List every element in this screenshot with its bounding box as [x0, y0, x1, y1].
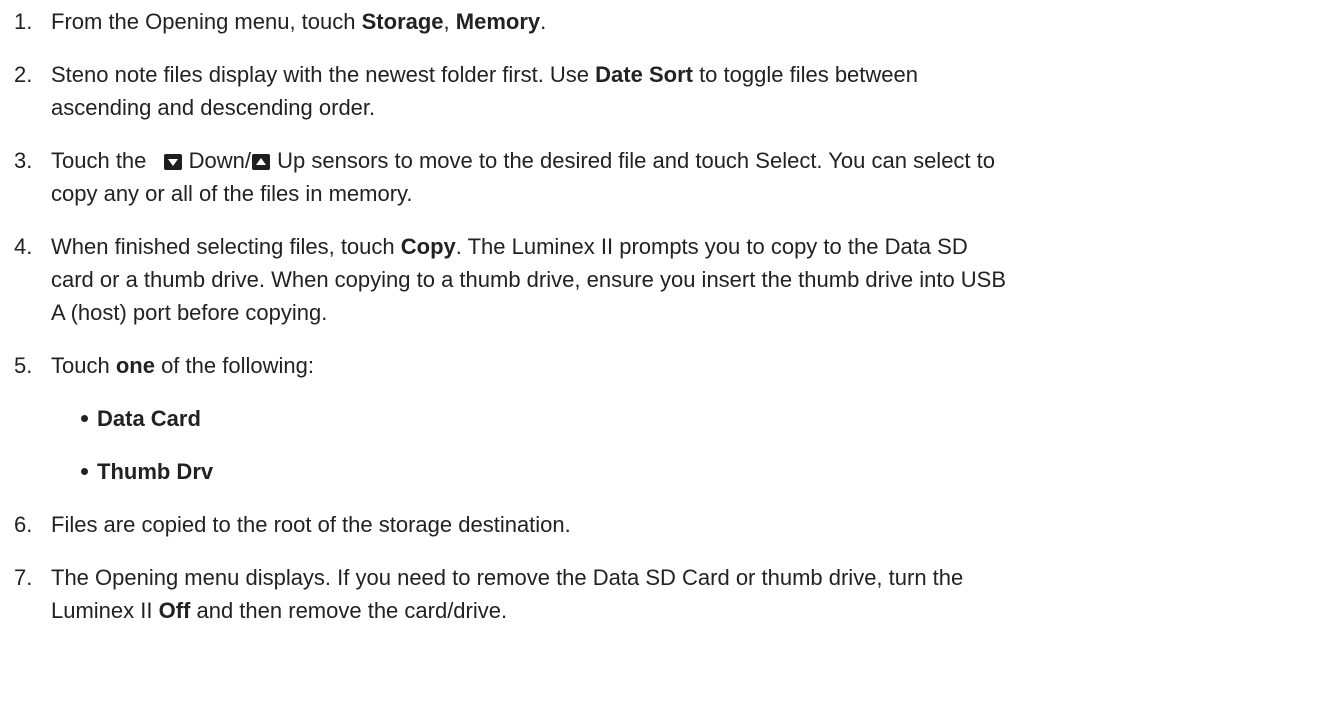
date-sort-term: Date Sort	[595, 62, 693, 87]
step-text: to toggle files between	[692, 62, 918, 87]
step-text: From the Opening menu, touch	[51, 9, 362, 34]
instruction-steps: 1. From the Opening menu, touch Storage,…	[14, 5, 1314, 627]
step-text: The Opening menu displays. If you need t…	[51, 565, 964, 590]
step-text: Files are copied to the root of the stor…	[51, 512, 571, 537]
step-text: Up sensors to move to the desired file a…	[277, 148, 996, 173]
step-7: 7. The Opening menu displays. If you nee…	[14, 561, 1314, 627]
step-text: Luminex II	[51, 598, 159, 623]
down-sensor-label: Down/	[188, 148, 251, 173]
off-term: Off	[158, 598, 191, 623]
one-term: one	[115, 353, 155, 378]
step-number: 3.	[14, 148, 33, 173]
step-2: 2. Steno note files display with the new…	[14, 58, 1314, 124]
copy-term: Copy	[400, 234, 456, 259]
memory-term: Memory	[455, 9, 541, 34]
step-4: 4. When finished selecting files, touch …	[14, 230, 1314, 329]
step-text: .	[540, 9, 547, 34]
step-text: ,	[443, 9, 456, 34]
step-3: 3. Touch the Down/ Up sensors to move to…	[14, 144, 1314, 210]
step-number: 1.	[14, 9, 33, 34]
step-number: 2.	[14, 62, 33, 87]
step-5: 5. Touch one of the following: Data Card…	[14, 349, 1314, 488]
step-text: When finished selecting files, touch	[51, 234, 401, 259]
bullet-icon	[81, 415, 88, 422]
option-label: Thumb Drv	[97, 459, 214, 484]
step-text: Touch	[51, 353, 116, 378]
step-6: 6. Files are copied to the root of the s…	[14, 508, 1314, 541]
step-text: . The Luminex II prompts you to copy to …	[455, 234, 968, 259]
step-text: and then remove the card/drive.	[190, 598, 508, 623]
option-data-card: Data Card	[51, 402, 1314, 435]
option-thumb-drv: Thumb Drv	[51, 455, 1314, 488]
step-1: 1. From the Opening menu, touch Storage,…	[14, 5, 1314, 38]
step-text: copy any or all of the files in memory.	[51, 181, 413, 206]
step-number: 6.	[14, 512, 33, 537]
up-arrow-icon	[252, 154, 270, 170]
option-label: Data Card	[97, 406, 201, 431]
step-text: ascending and descending order.	[51, 95, 376, 120]
step-number: 5.	[14, 353, 33, 378]
step-text: of the following:	[154, 353, 314, 378]
step-text: A (host) port before copying.	[51, 300, 328, 325]
step-text: card or a thumb drive. When copying to a…	[51, 267, 1007, 292]
storage-term: Storage	[361, 9, 444, 34]
copy-destination-options: Data Card Thumb Drv	[51, 402, 1314, 488]
step-number: 7.	[14, 565, 33, 590]
bullet-icon	[81, 468, 88, 475]
down-arrow-icon	[163, 154, 182, 170]
step-text: Touch the	[51, 148, 153, 173]
step-number: 4.	[14, 234, 33, 259]
step-text: Steno note files display with the newest…	[51, 62, 596, 87]
